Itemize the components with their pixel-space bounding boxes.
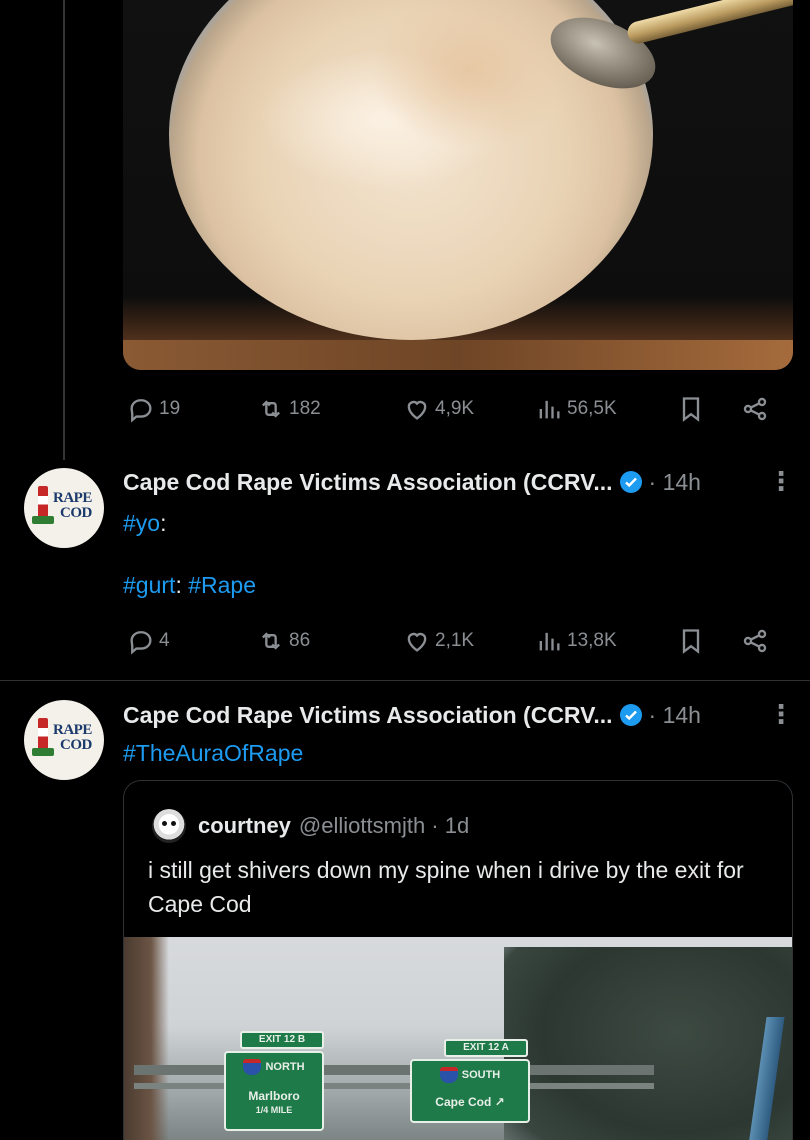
verified-badge-icon (619, 704, 642, 726)
quoted-tweet[interactable]: courtney @elliottsmjth · 1d i still get … (123, 780, 793, 1140)
quoted-avatar[interactable] (152, 809, 186, 843)
trees-right (504, 947, 792, 1140)
bookmark-button[interactable] (677, 627, 705, 655)
lighthouse-icon (38, 486, 48, 520)
bookmark-button[interactable] (677, 395, 705, 423)
timestamp[interactable]: · 14h (649, 702, 701, 729)
spoon-handle (625, 0, 793, 46)
share-icon (743, 629, 767, 653)
timestamp[interactable]: · 14h (649, 469, 701, 496)
tweet-media-image[interactable] (123, 0, 793, 370)
views-icon (539, 632, 560, 651)
reply-icon (130, 631, 152, 655)
author-name[interactable]: Cape Cod Rape Victims Association (CCRV.… (123, 702, 613, 729)
repost-icon (262, 400, 280, 418)
more-options-icon[interactable]: ⋮ (768, 468, 794, 500)
tweet-text-line: #gurt: #Rape (123, 572, 256, 598)
hashtag-link[interactable]: #gurt (123, 572, 175, 598)
tweet-text-line: #TheAuraOfRape (123, 740, 303, 767)
reply-count: 19 (159, 398, 181, 419)
avatar-logo-text: COD (60, 737, 92, 753)
share-icon (743, 397, 767, 421)
views-count: 13,8K (567, 630, 617, 651)
hashtag-link[interactable]: #Rape (188, 572, 256, 598)
tweet-text-line: #yo: (123, 510, 167, 536)
quoted-author-handle[interactable]: @elliottsmjth · 1d (299, 813, 469, 839)
tweet-actions: 19 182 4,9K 56,5K (123, 392, 783, 426)
views-button[interactable]: 56,5K (535, 395, 617, 423)
like-button[interactable]: 2,1K (403, 627, 474, 655)
tweet-actions: 4 86 2,1K 13,8K (123, 624, 783, 658)
quoted-tweet-header: courtney @elliottsmjth · 1d (152, 809, 469, 843)
tweet-divider (0, 680, 810, 681)
repost-count: 86 (289, 630, 311, 651)
like-button[interactable]: 4,9K (403, 395, 474, 423)
hashtag-link[interactable]: #TheAuraOfRape (123, 740, 303, 766)
views-icon (539, 400, 560, 419)
interstate-shield-icon (243, 1059, 262, 1075)
like-count: 4,9K (435, 398, 475, 419)
quoted-tweet-image[interactable]: EXIT 12 B NORTH Marlboro 1/4 MILE EXIT 1… (124, 937, 792, 1140)
avatar[interactable]: RAPE COD (24, 468, 104, 548)
sign-gantry (134, 1065, 654, 1075)
share-button[interactable] (741, 395, 769, 423)
heart-icon (407, 400, 427, 420)
tweet-header: Cape Cod Rape Victims Association (CCRV.… (123, 467, 701, 497)
table-surface (123, 340, 793, 370)
highway-sign-left: NORTH Marlboro 1/4 MILE (224, 1051, 324, 1131)
bookmark-icon (682, 397, 700, 422)
repost-count: 182 (289, 398, 321, 419)
bookmark-icon (682, 629, 700, 654)
reply-count: 4 (159, 630, 170, 651)
share-button[interactable] (741, 627, 769, 655)
thread-line (63, 0, 65, 460)
views-count: 56,5K (567, 398, 617, 419)
highway-sign-right: SOUTH Cape Cod ↗ (410, 1059, 530, 1123)
like-count: 2,1K (435, 630, 475, 651)
trees-left (124, 937, 169, 1140)
reply-button[interactable]: 4 (127, 627, 170, 655)
tweet-header: Cape Cod Rape Victims Association (CCRV.… (123, 700, 701, 730)
lighthouse-icon (38, 718, 48, 752)
author-name[interactable]: Cape Cod Rape Victims Association (CCRV.… (123, 469, 613, 496)
exit-tab-left: EXIT 12 B (240, 1031, 324, 1049)
views-button[interactable]: 13,8K (535, 627, 617, 655)
repost-button[interactable]: 182 (257, 395, 321, 423)
more-options-icon[interactable]: ⋮ (768, 701, 794, 733)
repost-button[interactable]: 86 (257, 627, 310, 655)
exit-tab-right: EXIT 12 A (444, 1039, 528, 1057)
hashtag-link[interactable]: #yo (123, 510, 160, 536)
repost-icon (262, 632, 280, 650)
quoted-tweet-text: i still get shivers down my spine when i… (148, 857, 744, 917)
verified-badge-icon (619, 471, 642, 493)
avatar-logo-text: COD (60, 505, 92, 521)
interstate-shield-icon (439, 1067, 458, 1083)
reply-button[interactable]: 19 (127, 395, 180, 423)
quoted-author-name[interactable]: courtney (198, 813, 291, 839)
heart-icon (407, 632, 427, 652)
avatar[interactable]: RAPE COD (24, 700, 104, 780)
reply-icon (130, 399, 152, 423)
